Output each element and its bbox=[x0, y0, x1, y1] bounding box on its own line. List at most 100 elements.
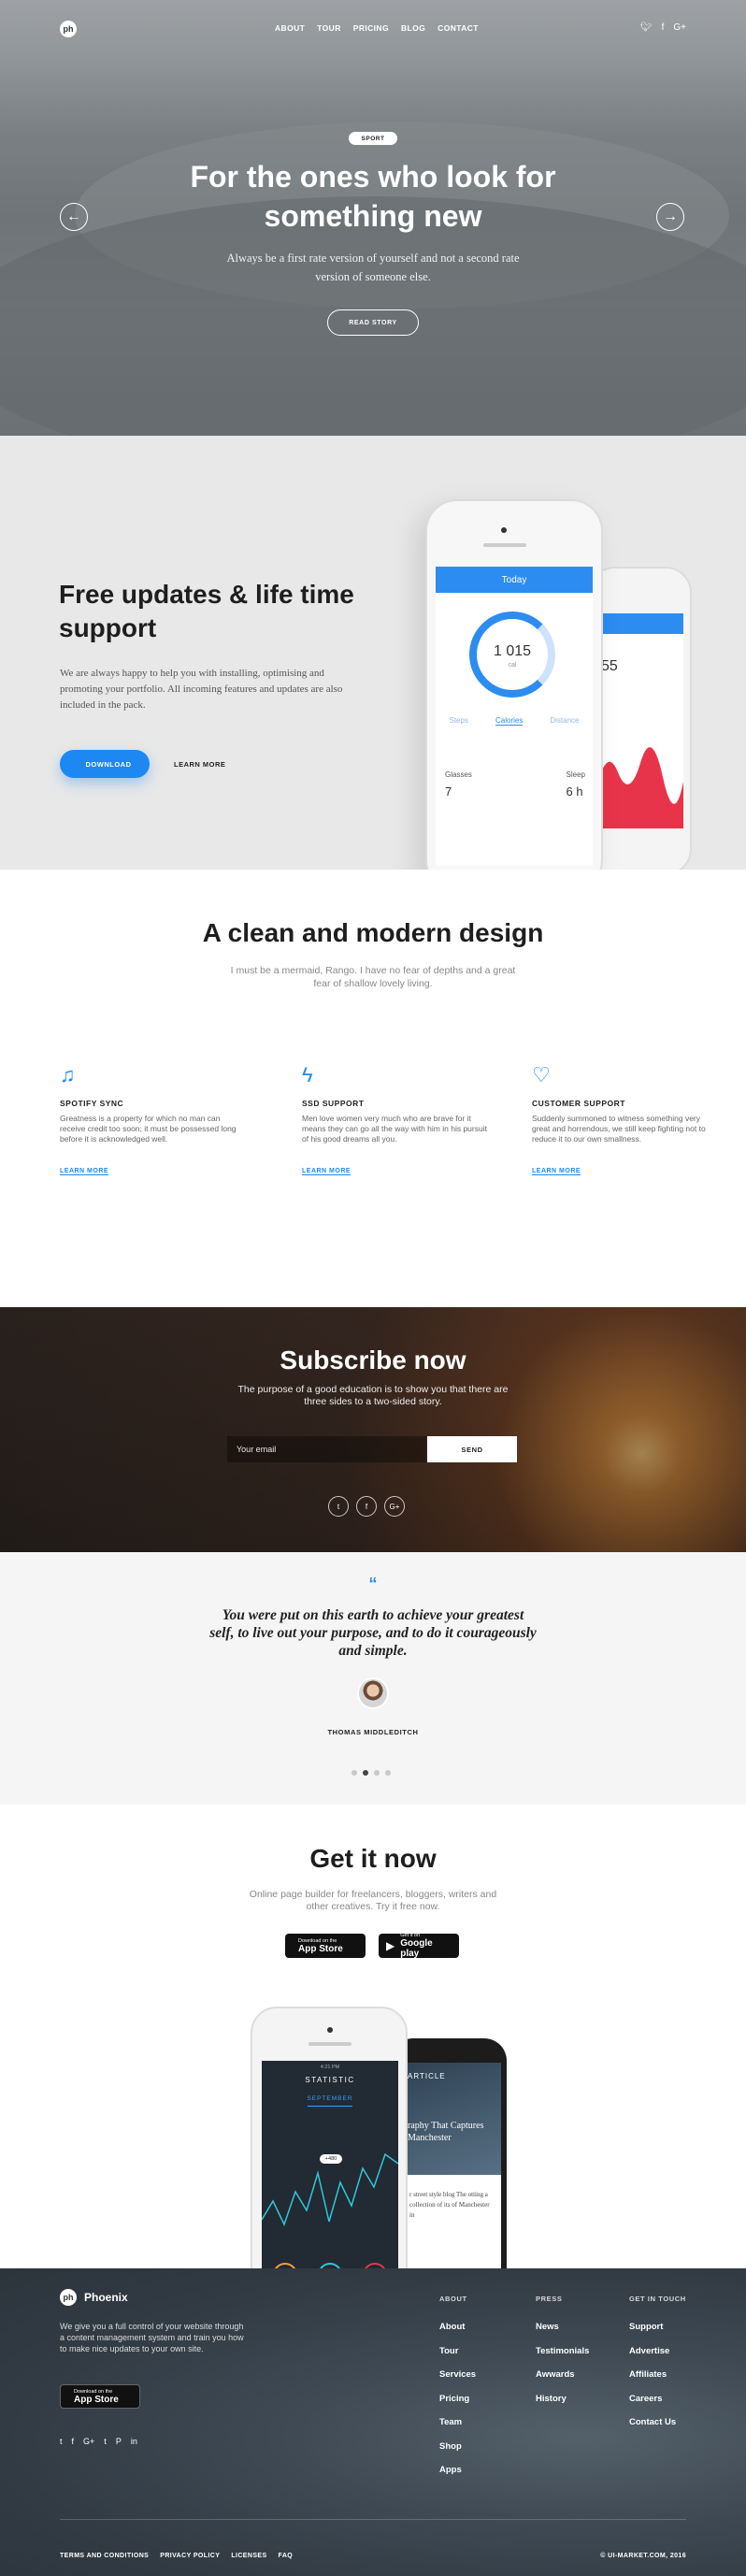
footer-link-affiliates[interactable]: Affiliates bbox=[629, 2369, 723, 2380]
tab-distance[interactable]: Distance bbox=[550, 716, 579, 726]
faq-link[interactable]: FAQ bbox=[279, 2553, 294, 2559]
feature-learn-more[interactable]: LEARN MORE bbox=[302, 1168, 351, 1175]
slider-dot-2[interactable] bbox=[363, 1770, 368, 1776]
phone-speaker bbox=[308, 2042, 351, 2046]
hero-section: ph ABOUT TOUR PRICING BLOG CONTACT 🐦︎ f … bbox=[0, 0, 746, 436]
glasses-stat: Glasses 7 bbox=[445, 770, 472, 799]
phone-screen: 4:21 PM STATISTIC SEPTEMBER +480 205 158… bbox=[262, 2061, 398, 2268]
phone-mockup-primary: Today 1 015 cal Steps Calories Distance … bbox=[425, 499, 603, 870]
statistic-header: STATISTIC bbox=[305, 2076, 355, 2084]
footer: ph Phoenix We give you a full control of… bbox=[0, 2268, 746, 2576]
footer-link-support[interactable]: Support bbox=[629, 2322, 723, 2332]
glasses-value: 7 bbox=[445, 784, 452, 799]
footer-link-team[interactable]: Team bbox=[439, 2417, 533, 2427]
email-input[interactable] bbox=[227, 1436, 426, 1462]
quote-author: THOMAS MIDDLEDITCH bbox=[327, 1728, 419, 1736]
footer-link-careers[interactable]: Careers bbox=[629, 2394, 723, 2404]
statistic-chart bbox=[262, 2152, 398, 2226]
footer-link-history[interactable]: History bbox=[536, 2394, 629, 2404]
phone-secondary-value: 55 bbox=[601, 658, 618, 674]
phone-header-bar bbox=[595, 613, 683, 634]
footer-logo[interactable]: ph Phoenix bbox=[60, 2289, 128, 2306]
nav-link-pricing[interactable]: PRICING bbox=[353, 23, 389, 33]
phone-time: 4:21 PM bbox=[320, 2065, 340, 2070]
lightning-icon: ϟ bbox=[302, 1063, 313, 1087]
nav-link-about[interactable]: ABOUT bbox=[275, 23, 305, 33]
logo[interactable]: ph bbox=[60, 21, 77, 37]
google-play-button[interactable]: ▶ Get it on Google play bbox=[379, 1933, 459, 1959]
play-icon: ▶ bbox=[386, 1939, 395, 1952]
read-story-button[interactable]: READ STORY bbox=[327, 309, 419, 336]
footer-link-testimonials[interactable]: Testimonials bbox=[536, 2346, 629, 2356]
category-badge[interactable]: SPORT bbox=[349, 132, 397, 145]
footer-link-awwards[interactable]: Awwards bbox=[536, 2369, 629, 2380]
logo-mark: ph bbox=[60, 2289, 77, 2306]
send-button[interactable]: SEND bbox=[427, 1436, 517, 1462]
google-plus-icon[interactable]: G+ bbox=[673, 22, 686, 33]
phone-speaker bbox=[483, 543, 526, 547]
footer-link-about[interactable]: About bbox=[439, 2322, 533, 2332]
slider-dot-4[interactable] bbox=[385, 1770, 391, 1776]
facebook-icon[interactable]: f bbox=[72, 2437, 75, 2446]
footer-link-pricing[interactable]: Pricing bbox=[439, 2394, 533, 2404]
footer-link-news[interactable]: News bbox=[536, 2322, 629, 2332]
privacy-link[interactable]: PRIVACY POLICY bbox=[160, 2553, 220, 2559]
footer-app-store-button[interactable]: Download on the App Store bbox=[60, 2384, 140, 2409]
subscribe-section: Subscribe now The purpose of a good educ… bbox=[0, 1307, 746, 1552]
updates-title: Free updates & life time support bbox=[59, 580, 354, 642]
linkedin-icon[interactable]: in bbox=[131, 2437, 137, 2446]
get-app-title: Get it now bbox=[309, 1844, 437, 1873]
month-tab[interactable]: SEPTEMBER bbox=[262, 2084, 398, 2102]
feature-text: Men love women very much who are brave f… bbox=[302, 1114, 487, 1144]
feature-learn-more[interactable]: LEARN MORE bbox=[532, 1168, 581, 1175]
twitter-icon[interactable]: 🐦︎ bbox=[640, 22, 653, 33]
feature-learn-more[interactable]: LEARN MORE bbox=[60, 1168, 109, 1175]
calories-unit: cal bbox=[508, 662, 517, 669]
google-play-label: Get it on Google play bbox=[400, 1933, 452, 1959]
article-image: ARTICLE raphy That Captures Manchester bbox=[404, 2063, 501, 2175]
subscribe-social: t f G+ bbox=[328, 1496, 405, 1517]
terms-link[interactable]: TERMS AND CONDITIONS bbox=[60, 2553, 149, 2559]
licenses-link[interactable]: LICENSES bbox=[231, 2553, 266, 2559]
tab-calories[interactable]: Calories bbox=[495, 716, 524, 726]
music-icon: ♫ bbox=[60, 1063, 76, 1087]
footer-link-contact-us[interactable]: Contact Us bbox=[629, 2417, 723, 2427]
footer-link-apps[interactable]: Apps bbox=[439, 2465, 533, 2475]
facebook-icon[interactable]: f bbox=[662, 22, 665, 33]
phone-screen: Today 1 015 cal Steps Calories Distance … bbox=[436, 567, 593, 866]
footer-column-title: ABOUT bbox=[439, 2295, 467, 2303]
google-plus-icon[interactable]: G+ bbox=[384, 1496, 405, 1517]
footer-column-contact: GET IN TOUCH Support Advertise Affiliate… bbox=[629, 2295, 723, 2441]
hero-subtitle: Always be a first rate version of yourse… bbox=[226, 252, 520, 283]
nav-link-blog[interactable]: BLOG bbox=[401, 23, 425, 33]
glasses-label: Glasses bbox=[445, 770, 472, 779]
feature-customer-support: ♡ CUSTOMER SUPPORT Suddenly summoned to … bbox=[532, 1063, 719, 1177]
phone-chart bbox=[595, 747, 683, 828]
prev-slide-button[interactable]: ← bbox=[60, 203, 88, 231]
app-store-button[interactable]: Download on the App Store bbox=[285, 1934, 366, 1958]
twitter-icon[interactable]: t bbox=[328, 1496, 349, 1517]
nav-link-tour[interactable]: TOUR bbox=[317, 23, 341, 33]
facebook-icon[interactable]: f bbox=[356, 1496, 377, 1517]
tumblr-icon[interactable]: t bbox=[104, 2437, 107, 2446]
footer-link-tour[interactable]: Tour bbox=[439, 2346, 533, 2356]
footer-link-advertise[interactable]: Advertise bbox=[629, 2346, 723, 2356]
twitter-icon[interactable]: t bbox=[60, 2437, 63, 2446]
features-subtitle: I must be a mermaid, Rango. I have no fe… bbox=[230, 965, 516, 989]
calories-value: 1 015 bbox=[493, 643, 532, 659]
pinterest-icon[interactable]: P bbox=[116, 2437, 122, 2446]
phone-mockup-light: 4:21 PM STATISTIC SEPTEMBER +480 205 158… bbox=[251, 2007, 408, 2268]
footer-link-services[interactable]: Services bbox=[439, 2369, 533, 2380]
nav-link-contact[interactable]: CONTACT bbox=[438, 23, 479, 33]
slider-dot-1[interactable] bbox=[351, 1770, 357, 1776]
learn-more-link[interactable]: LEARN MORE bbox=[174, 760, 225, 769]
download-button[interactable]: DOWNLOAD bbox=[60, 750, 150, 778]
next-slide-button[interactable]: → bbox=[656, 203, 684, 231]
slider-dot-3[interactable] bbox=[374, 1770, 380, 1776]
app-store-text: App Store bbox=[74, 2394, 119, 2405]
google-plus-icon[interactable]: G+ bbox=[83, 2437, 94, 2446]
phone-header: Today bbox=[436, 567, 593, 593]
footer-link-shop[interactable]: Shop bbox=[439, 2441, 533, 2452]
tab-steps[interactable]: Steps bbox=[450, 716, 468, 726]
app-store-small: Download on the bbox=[74, 2388, 113, 2395]
